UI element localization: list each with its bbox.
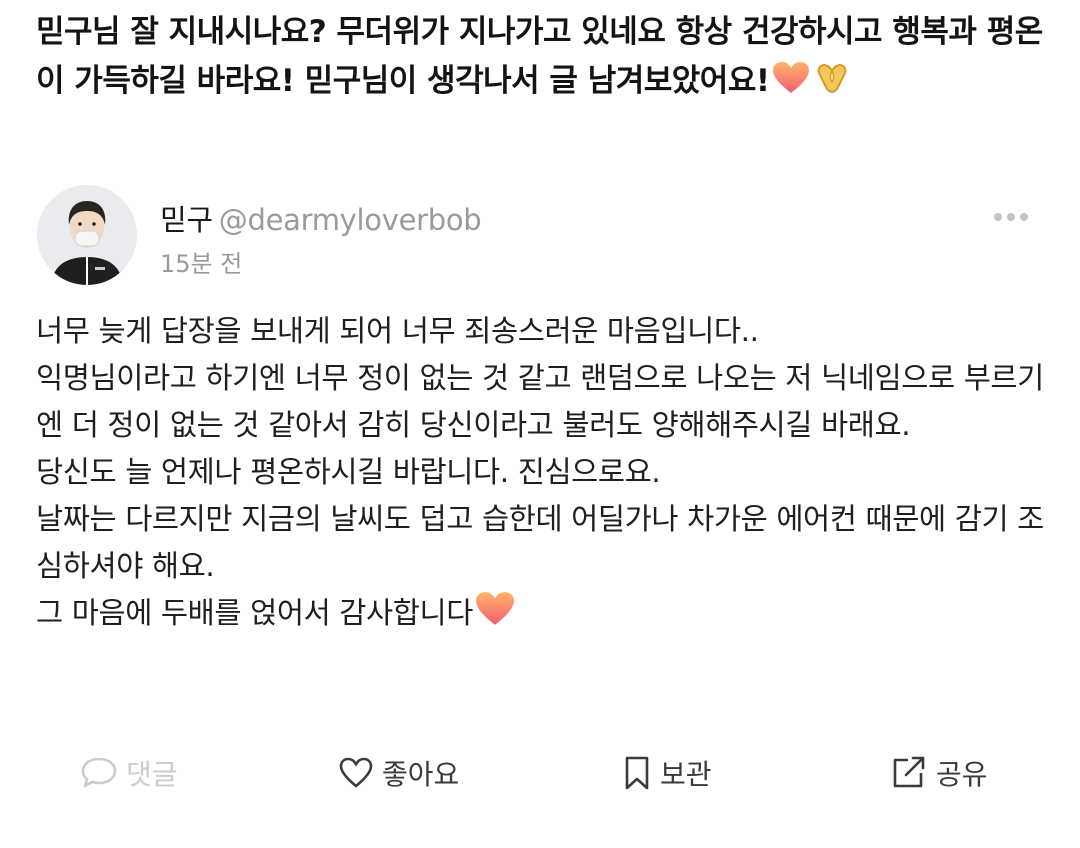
avatar[interactable] [37, 185, 137, 285]
share-label: 공유 [936, 758, 988, 791]
answer-paragraph: 너무 늦게 답장을 보내게 되어 너무 죄송스러운 마음입니다.. [36, 314, 759, 348]
like-label: 좋아요 [382, 758, 460, 791]
answer-paragraph-last: 그 마음에 두배를 얹어서 감사합니다 [36, 590, 1046, 641]
orange-heart-icon [772, 61, 810, 110]
comment-label: 댓글 [126, 758, 178, 791]
author-handle[interactable]: @dearmyloverbob [219, 203, 482, 237]
question-text: 믿구님 잘 지내시나요? 무더위가 지나가고 있네요 항상 건강하시고 행복과 … [36, 8, 1046, 110]
answer-paragraph: 당신도 늘 언제나 평온하시길 바랍니다. 진심으로요. [36, 455, 661, 489]
like-button[interactable]: 좋아요 [338, 751, 459, 795]
share-icon [893, 756, 925, 788]
orange-heart-icon [475, 591, 515, 641]
author-name[interactable]: 믿구 [160, 203, 213, 237]
timestamp: 15분 전 [160, 250, 243, 278]
action-bar: 댓글 좋아요 보관 공유 [0, 745, 1080, 801]
share-button[interactable]: 공유 [890, 751, 988, 795]
author-line: 믿구 @dearmyloverbob [160, 200, 482, 240]
speech-bubble-icon [81, 757, 117, 788]
comment-button[interactable]: 댓글 [80, 751, 178, 795]
answer-paragraph: 그 마음에 두배를 얹어서 감사합니다 [36, 596, 474, 630]
save-button[interactable]: 보관 [622, 751, 712, 795]
save-label: 보관 [660, 758, 712, 791]
avatar-photo [37, 185, 137, 285]
question-body: 믿구님 잘 지내시나요? 무더위가 지나가고 있네요 항상 건강하시고 행복과 … [36, 14, 1043, 99]
answer-paragraph: 익명님이라고 하기엔 너무 정이 없는 것 같고 랜덤으로 나오는 저 닉네임으… [36, 361, 1044, 442]
answer-paragraph: 날짜는 다르지만 지금의 날씨도 덥고 습한데 어딜가나 차가운 에어컨 때문에… [36, 502, 1044, 583]
more-options-button[interactable] [992, 208, 1032, 226]
bookmark-icon [625, 756, 649, 790]
more-dots-icon [994, 213, 1028, 221]
answer-text: 너무 늦게 답장을 보내게 되어 너무 죄송스러운 마음입니다.. 익명님이라고… [36, 308, 1046, 641]
heart-hands-icon [812, 61, 852, 110]
heart-outline-icon [339, 757, 373, 788]
